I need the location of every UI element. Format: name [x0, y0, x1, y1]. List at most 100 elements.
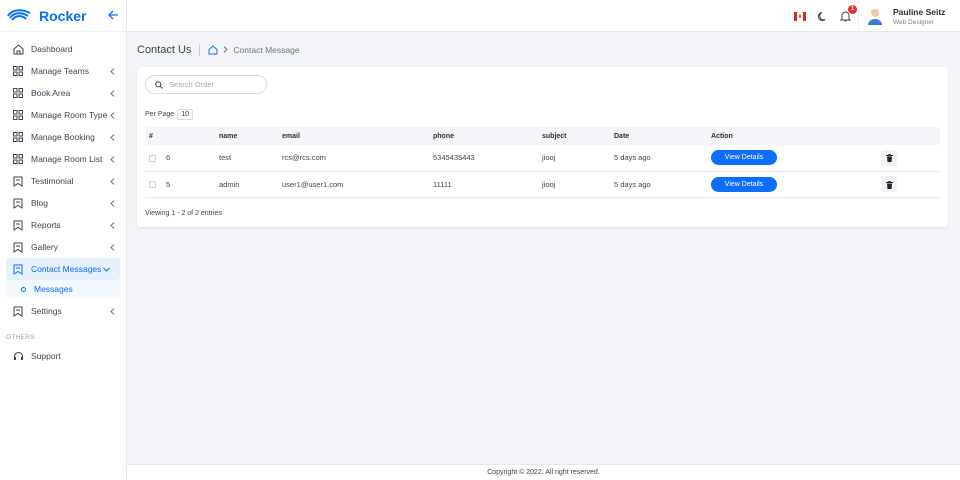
- row-id: 6: [166, 153, 171, 163]
- chevron-left-icon: [108, 199, 116, 207]
- cell-id: 5: [145, 171, 215, 197]
- sidebar-item-label: Testimonial: [31, 176, 74, 186]
- cell-delete: [877, 171, 940, 197]
- delete-button[interactable]: [881, 149, 897, 166]
- search-input[interactable]: [169, 80, 259, 89]
- column-header: #: [149, 132, 153, 140]
- user-name: Pauline Seitz: [893, 6, 946, 17]
- chevron-left-icon: [108, 111, 116, 119]
- chevron-left-icon: [108, 177, 116, 185]
- sidebar-item-label: Manage Room List: [31, 154, 103, 164]
- bookmark-icon: [12, 197, 24, 209]
- trash-icon: [885, 150, 893, 165]
- sidebar-item-label: Manage Booking: [31, 132, 95, 142]
- sidebar: Rocker Dashboard Manage Teams Book Area …: [0, 0, 127, 480]
- view-details-button[interactable]: View Details: [711, 176, 777, 192]
- bookmark-icon: [12, 175, 24, 187]
- sidebar-item-reports[interactable]: Reports: [0, 214, 126, 236]
- chevron-left-icon: [108, 67, 116, 75]
- grid-icon: [12, 131, 24, 143]
- home-icon: [12, 43, 24, 55]
- cell-name: admin: [219, 179, 240, 189]
- sidebar-item-settings[interactable]: Settings: [0, 300, 126, 322]
- sidebar-item-book-area[interactable]: Book Area: [0, 82, 126, 104]
- bookmark-icon: [12, 263, 24, 275]
- column-header-empty: [877, 127, 940, 145]
- cell-subject: jiooj: [542, 179, 556, 189]
- chevron-left-icon: [108, 221, 116, 229]
- cell-email: rcs@rcs.com: [282, 153, 326, 163]
- page-title: Contact Us: [137, 44, 201, 56]
- search-icon: [155, 76, 163, 94]
- topbar: 1 Pauline Seitz Web Designer: [127, 0, 960, 32]
- chevron-left-icon: [108, 155, 116, 163]
- cell-phone: 5345435443: [433, 153, 475, 163]
- grid-icon: [12, 65, 24, 77]
- sidebar-subitem-messages[interactable]: Messages: [6, 280, 120, 298]
- per-page-label: Per Page: [145, 111, 175, 118]
- user-info: Pauline Seitz Web Designer: [893, 7, 945, 26]
- messages-table: # name email phone subject Date Action 6…: [145, 127, 940, 198]
- row-checkbox[interactable]: [149, 181, 156, 189]
- sidebar-item-blog[interactable]: Blog: [0, 192, 126, 214]
- sidebar-item-contact-messages[interactable]: Contact Messages: [6, 258, 120, 280]
- avatar: [867, 7, 883, 25]
- sidebar-item-manage-booking[interactable]: Manage Booking: [0, 126, 126, 148]
- cell-action: View Details: [707, 145, 877, 171]
- chevron-left-icon: [108, 133, 116, 141]
- column-header: email: [282, 132, 300, 140]
- sidebar-item-gallery[interactable]: Gallery: [0, 236, 126, 258]
- column-header: subject: [542, 132, 567, 140]
- bookmark-icon: [12, 241, 24, 253]
- sidebar-toggle-arrow-left-icon[interactable]: [107, 9, 119, 21]
- cell-id: 6: [145, 145, 215, 171]
- search-box[interactable]: [145, 75, 267, 94]
- sidebar-item-support[interactable]: Support: [0, 345, 126, 367]
- row-checkbox[interactable]: [149, 154, 156, 162]
- user-menu[interactable]: Pauline Seitz Web Designer: [858, 0, 960, 32]
- home-icon[interactable]: [208, 45, 218, 55]
- sidebar-subitem-label: Messages: [34, 284, 73, 294]
- cell-phone: 11111: [433, 179, 452, 189]
- cell-delete: [877, 145, 940, 171]
- table-header-row: # name email phone subject Date Action: [145, 127, 940, 145]
- table-row: 5 admin user1@user1.com 11111 jiooj 5 da…: [145, 171, 940, 197]
- messages-card: Per Page 10 # name email phone subject D…: [137, 67, 948, 227]
- delete-button[interactable]: [881, 176, 897, 192]
- sidebar-item-manage-room-type[interactable]: Manage Room Type: [0, 104, 126, 126]
- cell-action: View Details: [707, 171, 877, 197]
- cell-date: 5 days ago: [614, 153, 651, 163]
- grid-icon: [12, 109, 24, 121]
- canada-flag-icon[interactable]: [794, 11, 806, 21]
- sidebar-item-label: Dashboard: [31, 44, 73, 54]
- grid-icon: [12, 153, 24, 165]
- sidebar-item-label: Contact Messages: [31, 264, 102, 274]
- moon-icon[interactable]: [816, 10, 829, 23]
- column-header: Date: [614, 132, 630, 140]
- column-header: name: [219, 132, 238, 140]
- sidebar-item-dashboard[interactable]: Dashboard: [0, 38, 126, 60]
- entries-summary: Viewing 1 - 2 of 2 entries: [145, 210, 222, 217]
- sidebar-menu: Dashboard Manage Teams Book Area Manage …: [0, 32, 126, 367]
- sidebar-item-manage-teams[interactable]: Manage Teams: [0, 60, 126, 82]
- main-content: Contact Us Contact Message Per Page 10: [137, 32, 948, 227]
- bookmark-icon: [12, 305, 24, 317]
- column-header: Action: [711, 132, 733, 140]
- bookmark-icon: [12, 219, 24, 231]
- headset-icon: [12, 350, 24, 362]
- view-details-button[interactable]: View Details: [711, 150, 777, 166]
- per-page-select[interactable]: 10: [177, 109, 193, 120]
- sidebar-item-label: Gallery: [31, 242, 58, 252]
- sidebar-item-label: Settings: [31, 306, 62, 316]
- page-header: Contact Us Contact Message: [137, 32, 948, 68]
- sidebar-item-testimonial[interactable]: Testimonial: [0, 170, 126, 192]
- sidebar-item-label: Book Area: [31, 88, 71, 98]
- breadcrumb-current: Contact Message: [233, 45, 300, 55]
- breadcrumb: Contact Message: [208, 45, 300, 55]
- bell-icon[interactable]: 1: [839, 4, 857, 23]
- cell-subject: jiooj: [542, 153, 556, 163]
- row-id: 5: [166, 179, 171, 189]
- sidebar-item-manage-room-list[interactable]: Manage Room List: [0, 148, 126, 170]
- chevron-left-icon: [108, 243, 116, 251]
- brand-name: Rocker: [39, 7, 87, 24]
